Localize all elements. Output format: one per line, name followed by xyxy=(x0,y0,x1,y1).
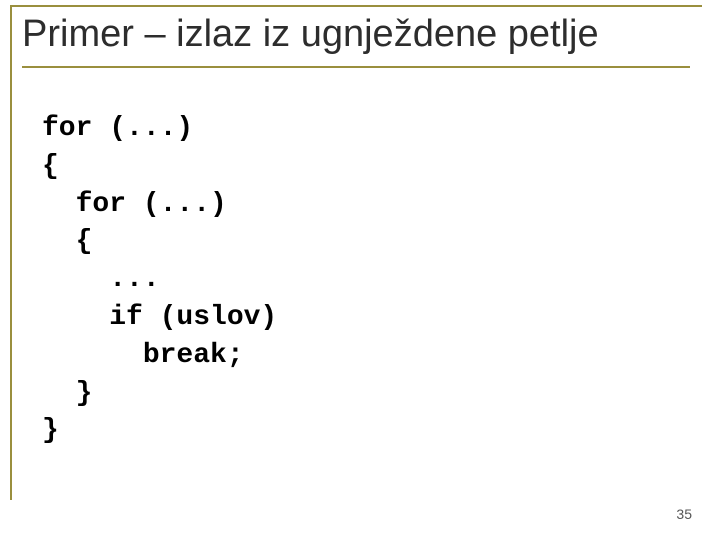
code-line: } xyxy=(42,415,59,446)
code-block: for (...) { for (...) { ... if (uslov) b… xyxy=(42,110,277,450)
slide: Primer – izlaz iz ugnježdene petlje for … xyxy=(0,0,720,540)
code-line: ... xyxy=(42,264,160,295)
code-line: } xyxy=(42,378,92,409)
slide-title: Primer – izlaz iz ugnježdene petlje xyxy=(22,14,690,66)
title-block: Primer – izlaz iz ugnježdene petlje xyxy=(22,14,690,68)
code-line: if (uslov) xyxy=(42,302,277,333)
code-line: { xyxy=(42,151,59,182)
page-number: 35 xyxy=(676,506,692,522)
frame-left-rule xyxy=(10,5,12,500)
code-line: { xyxy=(42,226,92,257)
code-line: for (...) xyxy=(42,113,193,144)
title-underline xyxy=(22,66,690,68)
frame-top-rule xyxy=(10,5,702,7)
code-line: break; xyxy=(42,340,244,371)
code-line: for (...) xyxy=(42,189,227,220)
